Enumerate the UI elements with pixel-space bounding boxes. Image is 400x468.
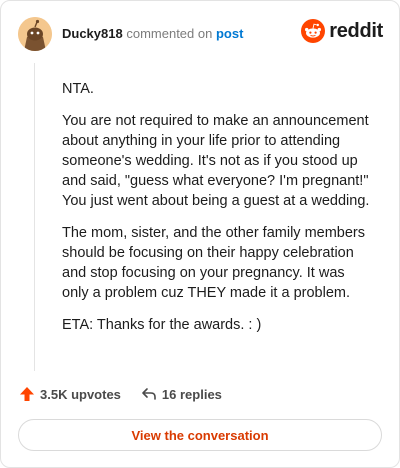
comment-paragraph: The mom, sister, and the other family me…	[62, 225, 365, 301]
reddit-alien-icon	[301, 19, 326, 43]
comment-paragraph: NTA.	[62, 81, 94, 97]
embedded-comment-card: Ducky818 commented on post reddit NTA. Y…	[0, 0, 400, 468]
comment-body: NTA. You are not required to make an ann…	[62, 79, 372, 347]
avatar[interactable]	[18, 17, 52, 51]
username-link[interactable]: Ducky818	[62, 26, 123, 41]
comment-actions: 3.5K upvotes 16 replies	[19, 386, 242, 402]
upvote-count: 3.5K upvotes	[40, 386, 121, 402]
replies-button[interactable]: 16 replies	[141, 386, 222, 402]
byline: Ducky818 commented on post	[62, 26, 243, 42]
comment-paragraph: ETA: Thanks for the awards. : )	[62, 317, 262, 333]
reply-arrow-icon	[142, 388, 156, 400]
upvote-arrow-icon	[20, 387, 34, 401]
comment-paragraph: You are not required to make an announce…	[62, 113, 370, 209]
upvote-button[interactable]: 3.5K upvotes	[19, 386, 121, 402]
snoo-avatar-icon	[18, 17, 52, 51]
comment-header: Ducky818 commented on post reddit	[1, 1, 399, 65]
reddit-logo[interactable]: reddit	[301, 19, 383, 43]
post-link[interactable]: post	[216, 26, 243, 41]
reply-count: 16 replies	[161, 386, 222, 402]
byline-verb: commented on	[126, 26, 213, 41]
view-conversation-button[interactable]: View the conversation	[18, 419, 382, 451]
thread-line	[34, 63, 35, 371]
reddit-wordmark: reddit	[329, 19, 383, 42]
